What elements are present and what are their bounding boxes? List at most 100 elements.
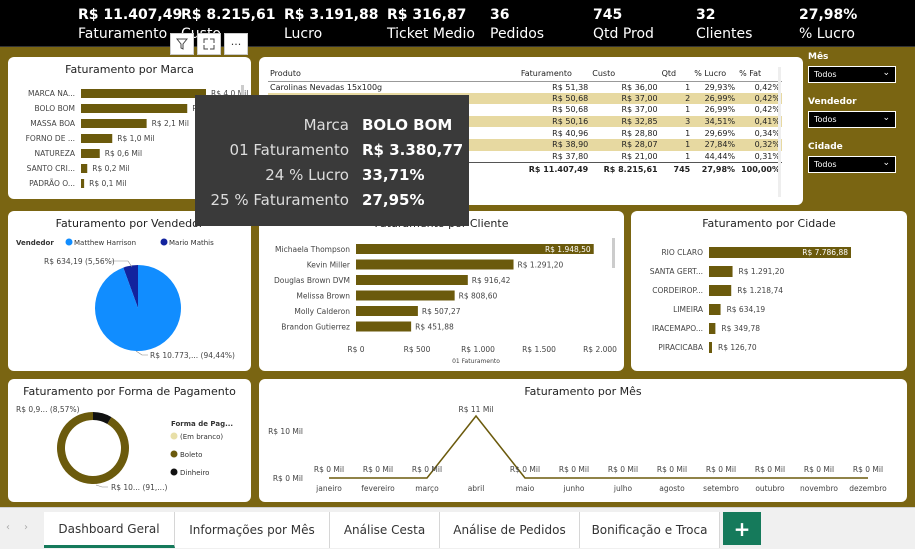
kpi-value: 27,98% <box>799 7 858 23</box>
cell-qtd: 3 <box>659 115 693 128</box>
pagamento-legend-dinheiro[interactable]: Dinheiro <box>180 469 209 477</box>
cliente-chart-card[interactable]: Faturamento por Cliente Michaela Thompso… <box>259 211 624 371</box>
mes-chart-card[interactable]: Faturamento por Mês R$ 10 Mil R$ 0 Mil jan… <box>259 379 907 502</box>
kpi-label: Faturamento <box>78 26 168 42</box>
kpi-label: % Lucro <box>799 26 855 42</box>
slicer-mes-dropdown[interactable]: Todos ⌄ <box>808 66 896 83</box>
slicer-cidade-dropdown[interactable]: Todos ⌄ <box>808 156 896 173</box>
mes-y-tick: R$ 0 Mil <box>273 474 303 483</box>
cidade-bar[interactable] <box>709 323 716 334</box>
pagamento-slice-label: R$ 10... (91,...) <box>111 483 167 492</box>
mes-data-label: R$ 0 Mil <box>608 465 638 474</box>
pagamento-chart-card[interactable]: Faturamento por Forma de Pagamento Forma… <box>8 379 251 502</box>
tab-nav-arrows[interactable]: ‹› <box>6 522 42 533</box>
marca-bar[interactable] <box>81 179 85 188</box>
mes-data-label: R$ 0 Mil <box>657 465 687 474</box>
table-row[interactable]: Carolinas Nevadas 15x100g R$ 51,38 R$ 36,0… <box>268 81 782 93</box>
tooltip-value: 33,71% <box>362 166 425 184</box>
cidade-bar[interactable] <box>709 342 712 353</box>
cell-faturamento: R$ 37,80 <box>552 151 589 161</box>
total-qtd: 745 <box>659 161 693 177</box>
cidade-bar[interactable] <box>709 304 721 315</box>
filter-icon[interactable] <box>170 33 194 55</box>
cliente-bar[interactable] <box>356 259 514 270</box>
kpi-value: R$ 8.215,61 <box>181 7 276 23</box>
pagamento-legend-boleto[interactable]: Boleto <box>180 451 202 459</box>
cell-pct-lucro: 26,99% <box>704 105 736 115</box>
slicer-vendedor-dropdown[interactable]: Todos ⌄ <box>808 111 896 128</box>
tab-analise-pedidos[interactable]: Análise de Pedidos <box>440 512 580 548</box>
focus-mode-icon[interactable] <box>197 33 221 55</box>
cell-produto: Carolinas Nevadas 15x100g <box>270 82 383 92</box>
col-pct-lucro[interactable]: % Lucro <box>692 67 738 82</box>
kpi-label: Clientes <box>696 26 753 42</box>
mes-x-tick: agosto <box>659 484 685 493</box>
col-qtd[interactable]: Qtd <box>659 67 693 82</box>
col-produto[interactable]: Produto <box>268 67 519 82</box>
cliente-x-tick: R$ 1.500 <box>522 345 556 354</box>
kpi-qtd-prod: 745 Qtd Prod <box>593 6 654 44</box>
vendedor-pie-chart[interactable]: Vendedor Matthew Harrison Mario Mathis R… <box>8 211 251 371</box>
marca-bar[interactable] <box>81 149 100 158</box>
add-page-button[interactable]: + <box>723 512 761 545</box>
cidade-bar-chart[interactable]: RIO CLARO R$ 7.786,88 SANTA GERT... R$ 1.29… <box>631 211 907 371</box>
tab-bonificacao-troca[interactable]: Bonificação e Troca <box>580 512 720 548</box>
cliente-data-label: R$ 507,27 <box>422 307 461 316</box>
vendedor-legend-matthew[interactable]: Matthew Harrison <box>74 239 136 247</box>
col-custo[interactable]: Custo <box>590 67 660 82</box>
mes-data-label: R$ 0 Mil <box>559 465 589 474</box>
pagamento-donut-slice[interactable] <box>57 412 129 484</box>
marca-bar[interactable] <box>81 89 206 98</box>
col-faturamento[interactable]: Faturamento <box>518 67 591 82</box>
cliente-bar[interactable] <box>356 275 468 285</box>
mes-line-chart[interactable]: R$ 10 Mil R$ 0 Mil janeiro R$ 0 Mil fevereir… <box>259 379 907 502</box>
more-options-icon[interactable]: ··· <box>224 33 248 55</box>
cell-pct-fat: 0,32% <box>737 138 782 151</box>
pagamento-donut-chart[interactable]: Forma de Pag... (Em branco) Boleto Dinhe… <box>8 379 251 502</box>
tab-informacoes-mes[interactable]: Informações por Mês <box>175 512 330 548</box>
mes-x-tick: julho <box>613 484 633 493</box>
cliente-x-axis-title: 01 Faturamento <box>452 358 500 365</box>
tooltip-key: 24 % Lucro <box>265 166 349 184</box>
vendedor-pie-slice[interactable] <box>95 265 181 351</box>
cliente-bar[interactable] <box>356 321 412 332</box>
marca-bar[interactable] <box>81 119 147 128</box>
marca-bar[interactable] <box>81 104 188 113</box>
kpi-ticket-medio: R$ 316,87 Ticket Medio <box>387 6 475 44</box>
cell-pct-lucro: 44,44% <box>704 151 736 161</box>
legend-dot-mario <box>160 238 168 246</box>
kpi-bar: R$ 11.407,49Faturamento R$ 8.215,61Custo… <box>0 0 915 47</box>
marca-data-label: R$ 0,1 Mil <box>89 179 126 188</box>
kpi-value: R$ 3.191,88 <box>284 7 379 23</box>
pagamento-legend-em-branco[interactable]: (Em branco) <box>180 433 223 441</box>
kpi-value: 745 <box>593 7 623 23</box>
chevron-down-icon: ⌄ <box>882 158 890 168</box>
tab-analise-cesta[interactable]: Análise Cesta <box>330 512 440 548</box>
cidade-chart-card[interactable]: Faturamento por Cidade RIO CLARO R$ 7.786… <box>631 211 907 371</box>
marca-data-label: R$ 0,6 Mil <box>105 149 142 158</box>
cidade-bar[interactable] <box>709 285 732 296</box>
cliente-bar[interactable] <box>356 290 455 301</box>
cliente-scrollbar[interactable] <box>612 238 615 268</box>
table-scrollbar[interactable] <box>778 67 781 197</box>
col-pct-fat[interactable]: % Fat <box>737 67 782 82</box>
vendedor-slice-label: R$ 634,19 (5,56%) <box>44 257 115 266</box>
tooltip-key: 01 Faturamento <box>229 141 349 159</box>
marca-bar[interactable] <box>81 134 113 143</box>
cliente-bar[interactable] <box>356 306 418 316</box>
vendedor-legend-mario[interactable]: Mario Mathis <box>169 239 214 247</box>
tab-dashboard-geral[interactable]: Dashboard Geral <box>44 512 175 548</box>
total-pct-fat: 100,00% <box>737 161 782 177</box>
vendedor-chart-card[interactable]: Faturamento por Vendedor Vendedor Matthe… <box>8 211 251 371</box>
cidade-bar[interactable] <box>709 266 733 277</box>
cliente-category-label: Kevin Miller <box>307 261 351 270</box>
cliente-bar-chart[interactable]: Michaela Thompson R$ 1.948,50 Kevin Miller… <box>259 211 624 371</box>
cell-pct-lucro: 29,93% <box>704 82 736 92</box>
cell-qtd: 1 <box>685 128 691 138</box>
slicer-vendedor-value: Todos <box>814 115 837 124</box>
mes-series-line[interactable] <box>329 414 868 479</box>
cidade-category-label: LIMEIRA <box>673 305 704 314</box>
cell-pct-lucro: 29,69% <box>704 128 736 138</box>
slicer-cidade-value: Todos <box>814 160 837 169</box>
marca-bar[interactable] <box>81 164 88 173</box>
